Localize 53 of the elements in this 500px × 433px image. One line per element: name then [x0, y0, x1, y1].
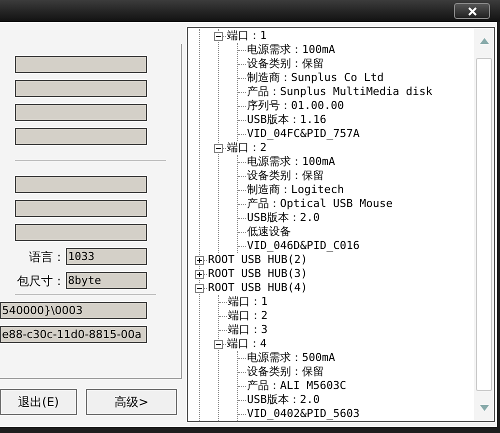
- expand-icon[interactable]: [195, 270, 204, 278]
- text-field[interactable]: [15, 80, 147, 97]
- scrollbar[interactable]: [474, 28, 494, 421]
- text-field[interactable]: [15, 56, 147, 73]
- text-field[interactable]: [15, 176, 147, 193]
- tree-item[interactable]: 端口：3: [227, 323, 269, 337]
- tree-item[interactable]: ROOT USB HUB(4): [207, 281, 308, 295]
- tree-item[interactable]: 端口：2: [227, 309, 269, 323]
- tree-item[interactable]: USB版本：1.16: [246, 113, 328, 127]
- tree-item[interactable]: 电源需求：100mA: [246, 155, 336, 169]
- tree-item[interactable]: VID_046D&PID_C016: [246, 239, 361, 253]
- text-field[interactable]: [15, 200, 147, 217]
- scroll-thumb[interactable]: [476, 58, 492, 391]
- text-field[interactable]: 540000}\0003: [0, 302, 147, 319]
- tree-item[interactable]: 产品：ALI M5603C: [246, 379, 348, 393]
- collapse-icon[interactable]: [214, 32, 223, 40]
- collapse-icon[interactable]: [195, 284, 204, 292]
- dialog-button[interactable]: 退出(E): [0, 389, 77, 415]
- tree-item[interactable]: 制造商：Sunplus Co Ltd: [246, 71, 385, 85]
- field-label: 包尺寸：: [16, 272, 66, 290]
- tree-item[interactable]: 低速设备: [246, 225, 292, 239]
- tree-item[interactable]: 电源需求：100mA: [246, 43, 336, 57]
- text-field[interactable]: [15, 128, 147, 145]
- tree-item[interactable]: 产品：Optical USB Mouse: [246, 197, 394, 211]
- collapse-icon[interactable]: [214, 144, 223, 152]
- tree-item[interactable]: 设备类别：保留: [246, 57, 325, 71]
- text-field[interactable]: 1033: [66, 248, 147, 265]
- field-label: 语言：: [28, 248, 66, 266]
- tree-item[interactable]: USB版本：2.0: [246, 393, 321, 407]
- tree-item[interactable]: 设备类别：保留: [246, 169, 325, 183]
- text-field[interactable]: [15, 224, 147, 241]
- dialog-button[interactable]: 高级>: [86, 389, 177, 415]
- tree-item[interactable]: 序列号：01.00.00: [246, 99, 345, 113]
- tree-item[interactable]: 端口：2: [226, 141, 268, 155]
- tree-item[interactable]: 制造商：Logitech: [246, 183, 345, 197]
- tree-item[interactable]: 设备类别：保留: [246, 365, 325, 379]
- tree-item[interactable]: 端口：1: [227, 295, 269, 309]
- close-icon: [468, 6, 476, 16]
- text-field[interactable]: e88-c30c-11d0-8815-00a: [0, 326, 147, 343]
- tree-item[interactable]: USB版本：2.0: [246, 211, 321, 225]
- tree-item[interactable]: VID_0402&PID_5603: [246, 407, 361, 421]
- tree-item[interactable]: 端口：4: [226, 337, 268, 351]
- expand-icon[interactable]: [195, 256, 204, 264]
- tree-item[interactable]: 产品：Sunplus MultiMedia disk: [246, 85, 434, 99]
- collapse-icon[interactable]: [214, 340, 223, 348]
- tree-item[interactable]: ROOT USB HUB(2): [207, 253, 308, 267]
- tree-item[interactable]: VID_04FC&PID_757A: [246, 127, 361, 141]
- text-field[interactable]: 8byte: [66, 272, 147, 289]
- text-field[interactable]: [15, 104, 147, 121]
- tree-item[interactable]: 端口：1: [226, 29, 268, 43]
- tree-item[interactable]: 电源需求：500mA: [246, 351, 336, 365]
- close-button[interactable]: [454, 3, 490, 19]
- tree-item[interactable]: ROOT USB HUB(3): [207, 267, 308, 281]
